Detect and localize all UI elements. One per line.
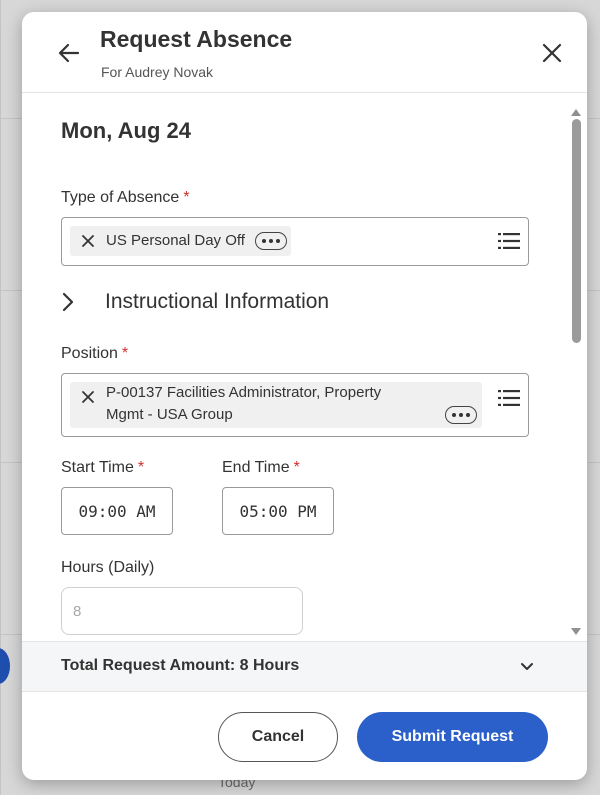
required-indicator: * — [137, 459, 145, 476]
submit-request-button[interactable]: Submit Request — [357, 712, 548, 762]
prompt-list-icon[interactable] — [498, 389, 520, 407]
remove-icon[interactable] — [80, 233, 96, 249]
dialog-header: Request Absence For Audrey Novak — [22, 12, 587, 93]
selected-absence-pill: US Personal Day Off — [70, 226, 291, 256]
scroll-down-arrow-icon[interactable] — [571, 628, 581, 635]
end-time-label: End Time * — [222, 459, 300, 476]
dialog-subtitle: For Audrey Novak — [101, 64, 214, 80]
dialog-body: Mon, Aug 24 Type of Absence * US Personal… — [22, 93, 587, 641]
more-options-icon[interactable] — [445, 406, 477, 424]
hours-daily-label: Hours (Daily) — [61, 559, 155, 576]
instructional-information-label: Instructional Information — [105, 290, 330, 313]
total-request-amount: Total Request Amount: 8 Hours — [61, 657, 300, 674]
date-heading: Mon, Aug 24 — [61, 118, 191, 143]
total-request-amount-section[interactable]: Total Request Amount: 8 Hours — [22, 641, 587, 692]
hours-daily-input[interactable]: 8 — [61, 587, 303, 635]
request-absence-dialog: Request Absence For Audrey Novak Mon, Au… — [22, 12, 587, 780]
required-indicator: * — [121, 345, 129, 362]
start-time-label: Start Time * — [61, 459, 145, 476]
instructional-information-toggle[interactable]: Instructional Information — [61, 290, 329, 314]
scrollbar-thumb[interactable] — [572, 119, 581, 343]
selected-absence-type: US Personal Day Off — [106, 232, 245, 249]
selected-position-text: P-00137 Facilities Administrator, Proper… — [106, 384, 382, 423]
type-of-absence-field[interactable]: US Personal Day Off — [61, 217, 529, 266]
dialog-title: Request Absence — [100, 26, 293, 52]
chevron-right-icon — [62, 292, 74, 312]
required-indicator: * — [293, 459, 300, 476]
selected-position-pill: P-00137 Facilities Administrator, Proper… — [70, 382, 482, 428]
end-time-input[interactable]: 05:00 PM — [222, 487, 334, 535]
start-time-input[interactable]: 09:00 AM — [61, 487, 173, 535]
position-label: Position * — [61, 345, 129, 362]
arrow-left-icon[interactable] — [56, 40, 82, 66]
required-indicator: * — [183, 189, 190, 206]
remove-icon[interactable] — [80, 389, 96, 405]
cancel-button[interactable]: Cancel — [218, 712, 338, 762]
scroll-up-arrow-icon[interactable] — [571, 109, 581, 116]
close-icon[interactable] — [540, 41, 564, 65]
more-options-icon[interactable] — [254, 232, 287, 250]
chevron-down-icon — [521, 663, 533, 670]
type-of-absence-label: Type of Absence * — [61, 189, 190, 206]
prompt-list-icon[interactable] — [498, 232, 520, 250]
position-field[interactable]: P-00137 Facilities Administrator, Proper… — [61, 373, 529, 437]
